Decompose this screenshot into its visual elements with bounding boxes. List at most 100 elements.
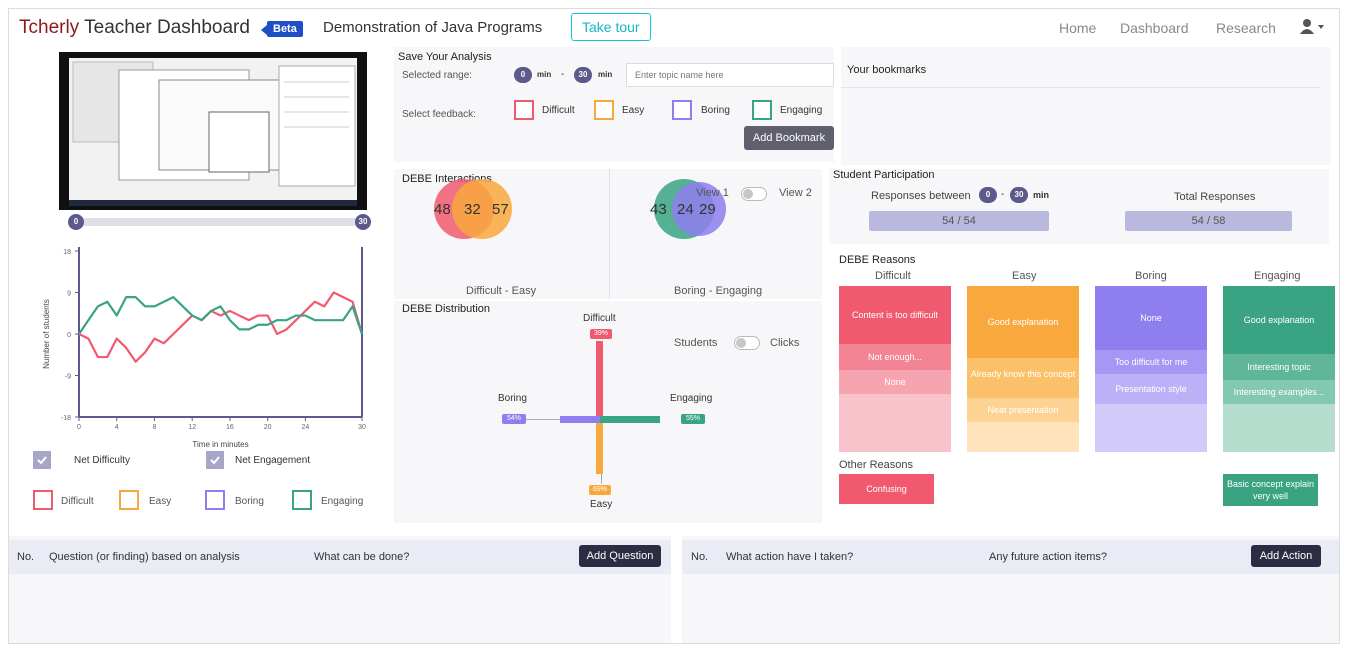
easy-axis-tick: [601, 474, 602, 484]
reason-engaging-1[interactable]: Good explanation: [1223, 286, 1335, 354]
save-analysis-title: Save Your Analysis: [398, 51, 492, 63]
net-engagement-checkbox[interactable]: [206, 451, 224, 469]
range-start-unit: min: [537, 70, 552, 79]
reason-boring-2[interactable]: Too difficult for me: [1095, 350, 1207, 374]
reason-difficult-1[interactable]: Content is too difficult: [839, 286, 951, 344]
dashboard-frame: Tcherly Teacher Dashboard Beta Demonstra…: [8, 8, 1340, 644]
take-tour-button[interactable]: Take tour: [571, 13, 651, 41]
topic-name-input[interactable]: [626, 63, 834, 87]
difficult-pct-badge: 39%: [590, 329, 612, 339]
students-label: Students: [674, 337, 718, 349]
feedback-engaging-checkbox[interactable]: [752, 100, 772, 120]
view-toggle[interactable]: [741, 187, 767, 201]
reason-easy-2[interactable]: Already know this concept: [967, 358, 1079, 398]
feedback-easy-label: Easy: [622, 105, 645, 116]
reason-boring-1[interactable]: None: [1095, 286, 1207, 350]
bookmarks-panel: Your bookmarks: [841, 47, 1331, 165]
y-tick-label: -18: [61, 415, 71, 422]
reason-easy-3[interactable]: Neat presentation: [967, 398, 1079, 422]
reason-difficult-filler: [839, 394, 951, 452]
reason-engaging-3[interactable]: Interesting examples...: [1223, 380, 1335, 404]
participation-start-pill: 0: [979, 187, 997, 203]
x-tick-label: 20: [264, 424, 272, 431]
y-tick-label: 9: [67, 291, 71, 298]
reason-boring-3[interactable]: Presentation style: [1095, 374, 1207, 404]
x-tick-label: 12: [188, 424, 196, 431]
feedback-difficult-checkbox[interactable]: [514, 100, 534, 120]
key-difficult-box: [33, 490, 53, 510]
x-tick-label: 30: [358, 424, 366, 431]
questions-header: No. Question (or finding) based on analy…: [9, 540, 671, 574]
feedback-engaging-label: Engaging: [780, 105, 823, 116]
nav-dashboard[interactable]: Dashboard: [1120, 20, 1189, 36]
easy-bar: [596, 419, 603, 474]
y-tick-label: 18: [63, 249, 71, 256]
x-tick-label: 16: [226, 424, 234, 431]
beta-badge: Beta: [261, 21, 303, 37]
reasons-col-boring-label: Boring: [1135, 270, 1167, 282]
actions-col-action-taken: What action have I taken?: [726, 551, 854, 563]
reason-easy-1[interactable]: Good explanation: [967, 286, 1079, 358]
venn-right-both: 24: [677, 201, 694, 218]
view2-label: View 2: [779, 187, 812, 199]
y-tick-label: -9: [65, 374, 71, 381]
add-bookmark-button[interactable]: Add Bookmark: [744, 126, 834, 150]
other-reason-difficult[interactable]: Confusing: [839, 474, 934, 504]
x-tick-label: 4: [115, 424, 119, 431]
range-slider-start-handle[interactable]: 0: [68, 214, 84, 230]
interactions-divider: [609, 169, 610, 299]
easy-axis-label: Easy: [590, 499, 613, 510]
check-icon: [37, 456, 47, 465]
feedback-boring-checkbox[interactable]: [672, 100, 692, 120]
responses-between-label: Responses between: [871, 190, 971, 202]
reason-boring-filler: [1095, 404, 1207, 452]
series-line-net-difficulty: [78, 291, 364, 363]
add-action-button[interactable]: Add Action: [1251, 545, 1321, 567]
net-line-chart: 18 9 0 -9 -18 0 4 8 12 16 20 24 30 Number of students…: [42, 247, 366, 449]
x-axis-label: Time in minutes: [192, 440, 248, 449]
net-difficulty-checkbox[interactable]: [33, 451, 51, 469]
participation-panel: Student Participation Responses between …: [829, 169, 1329, 244]
boring-pct-badge: 54%: [502, 414, 526, 424]
brand[interactable]: Tcherly Teacher Dashboard: [19, 17, 250, 39]
participation-end-pill: 30: [1010, 187, 1028, 203]
distribution-title: DEBE Distribution: [402, 303, 491, 315]
reason-easy-filler: [967, 422, 1079, 452]
students-clicks-toggle[interactable]: [734, 336, 760, 350]
select-feedback-label: Select feedback:: [402, 109, 476, 120]
reason-engaging-filler: [1223, 404, 1335, 452]
other-reason-engaging[interactable]: Basic concept explain very well: [1223, 474, 1318, 506]
debe-interactions-panel: DEBE Interactions 48 32 57 Difficult - E…: [394, 169, 822, 299]
range-slider-end-handle[interactable]: 30: [355, 214, 371, 230]
boring-axis-tick: [526, 419, 560, 420]
bookmarks-title: Your bookmarks: [847, 64, 927, 76]
responses-between-value: 54 / 54: [869, 211, 1049, 231]
range-end-pill: 30: [574, 67, 592, 83]
nav-home[interactable]: Home: [1059, 20, 1096, 36]
venn-left-difficult: 48: [434, 201, 451, 218]
venn-left-both: 32: [464, 201, 481, 218]
venn-right-boring: 43: [650, 201, 667, 218]
range-end-unit: min: [598, 70, 613, 79]
total-responses-label: Total Responses: [1174, 191, 1256, 203]
reason-difficult-3[interactable]: None: [839, 370, 951, 394]
add-question-button[interactable]: Add Question: [579, 545, 661, 567]
key-easy-label: Easy: [149, 496, 172, 507]
range-start-pill: 0: [514, 67, 532, 83]
nav-research[interactable]: Research: [1216, 20, 1276, 36]
reasons-col-difficult-label: Difficult: [875, 270, 911, 282]
range-dash: -: [561, 69, 565, 80]
bookmarks-divider: [841, 87, 1321, 88]
engaging-axis-label: Engaging: [670, 393, 713, 404]
reasons-title: DEBE Reasons: [839, 254, 916, 266]
feedback-difficult-label: Difficult: [542, 105, 575, 116]
video-player[interactable]: [59, 52, 367, 210]
questions-col-question: Question (or finding) based on analysis: [49, 551, 240, 563]
reason-engaging-2[interactable]: Interesting topic: [1223, 354, 1335, 380]
feedback-easy-checkbox[interactable]: [594, 100, 614, 120]
questions-col-no: No.: [17, 551, 35, 563]
user-menu[interactable]: [1299, 18, 1327, 41]
range-slider-track[interactable]: [75, 218, 365, 226]
actions-col-future-items: Any future action items?: [989, 551, 1108, 563]
reason-difficult-2[interactable]: Not enough...: [839, 344, 951, 370]
